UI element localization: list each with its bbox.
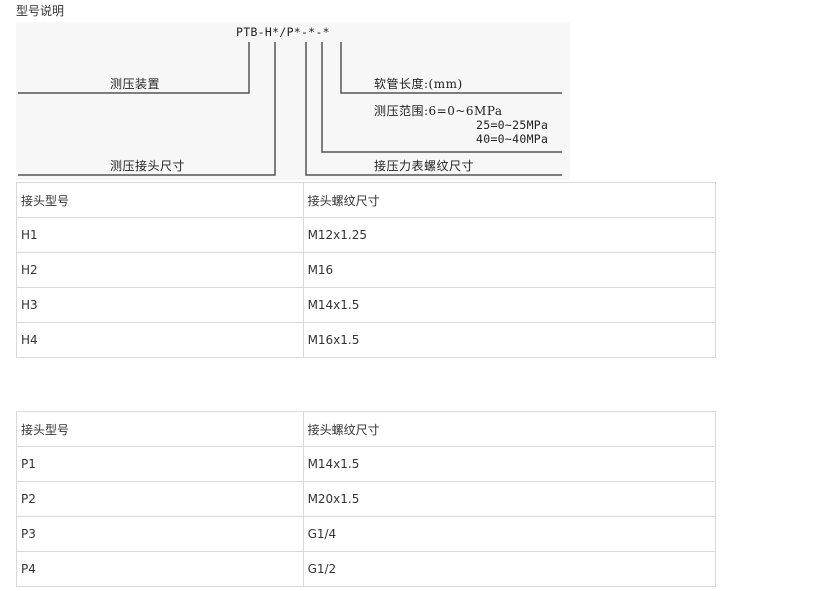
cell-fitting-model: P4 (16, 551, 304, 587)
cell-fitting-model: P2 (16, 481, 304, 517)
table-row: H1 M12x1.25 (16, 217, 717, 253)
h-fitting-table: 接头型号 接头螺纹尺寸 H1 M12x1.25 H2 M16 H3 M14x1.… (16, 182, 717, 358)
label-device: 测压装置 (110, 77, 161, 91)
table-header-row: 接头型号 接头螺纹尺寸 (16, 411, 717, 447)
p-fitting-table: 接头型号 接头螺纹尺寸 P1 M14x1.5 P2 M20x1.5 P3 G1/… (16, 411, 717, 587)
cell-fitting-model: P1 (16, 446, 304, 482)
cell-fitting-model: P3 (16, 516, 304, 552)
label-range-25: 25=0~25MPa (476, 118, 549, 132)
cell-thread-size: M16 (302, 252, 717, 288)
label-range-title: 测压范围:6=0~6MPa (374, 104, 503, 118)
label-fitting-size: 测压接头尺寸 (110, 159, 186, 173)
cell-fitting-model: H2 (16, 252, 304, 288)
table-row: P2 M20x1.5 (16, 481, 717, 517)
table-row: P3 G1/4 (16, 516, 717, 552)
line-fitting (18, 42, 276, 176)
label-gauge-thread: 接压力表螺纹尺寸 (374, 159, 475, 173)
cell-fitting-model: H4 (16, 322, 304, 358)
label-hose-length: 软管长度:(mm) (374, 77, 463, 91)
label-range-40: 40=0~40MPa (476, 132, 549, 146)
cell-thread-size: M14x1.5 (302, 446, 717, 482)
table-row: P4 G1/2 (16, 551, 717, 587)
header-thread-size: 接头螺纹尺寸 (302, 182, 717, 218)
header-fitting-model: 接头型号 (16, 411, 304, 447)
cell-thread-size: M12x1.25 (302, 217, 717, 253)
cell-thread-size: G1/4 (302, 516, 717, 552)
cell-thread-size: M14x1.5 (302, 287, 717, 323)
section-title: 型号说明 (16, 4, 65, 18)
table-header-row: 接头型号 接头螺纹尺寸 (16, 182, 717, 218)
diagram-lines (18, 42, 562, 176)
cell-thread-size: M16x1.5 (302, 322, 717, 358)
table-row: P1 M14x1.5 (16, 446, 717, 482)
table-row: H2 M16 (16, 252, 717, 288)
table-row: H4 M16x1.5 (16, 322, 717, 358)
model-code-diagram: PTB-H*/P*-*-* 测压装置 测压接头尺寸 软管长度:(mm) 测压范围… (16, 22, 570, 180)
model-code: PTB-H*/P*-*-* (236, 25, 330, 39)
cell-fitting-model: H3 (16, 287, 304, 323)
cell-thread-size: G1/2 (302, 551, 717, 587)
table-row: H3 M14x1.5 (16, 287, 717, 323)
header-thread-size: 接头螺纹尺寸 (302, 411, 717, 447)
header-fitting-model: 接头型号 (16, 182, 304, 218)
cell-fitting-model: H1 (16, 217, 304, 253)
cell-thread-size: M20x1.5 (302, 481, 717, 517)
